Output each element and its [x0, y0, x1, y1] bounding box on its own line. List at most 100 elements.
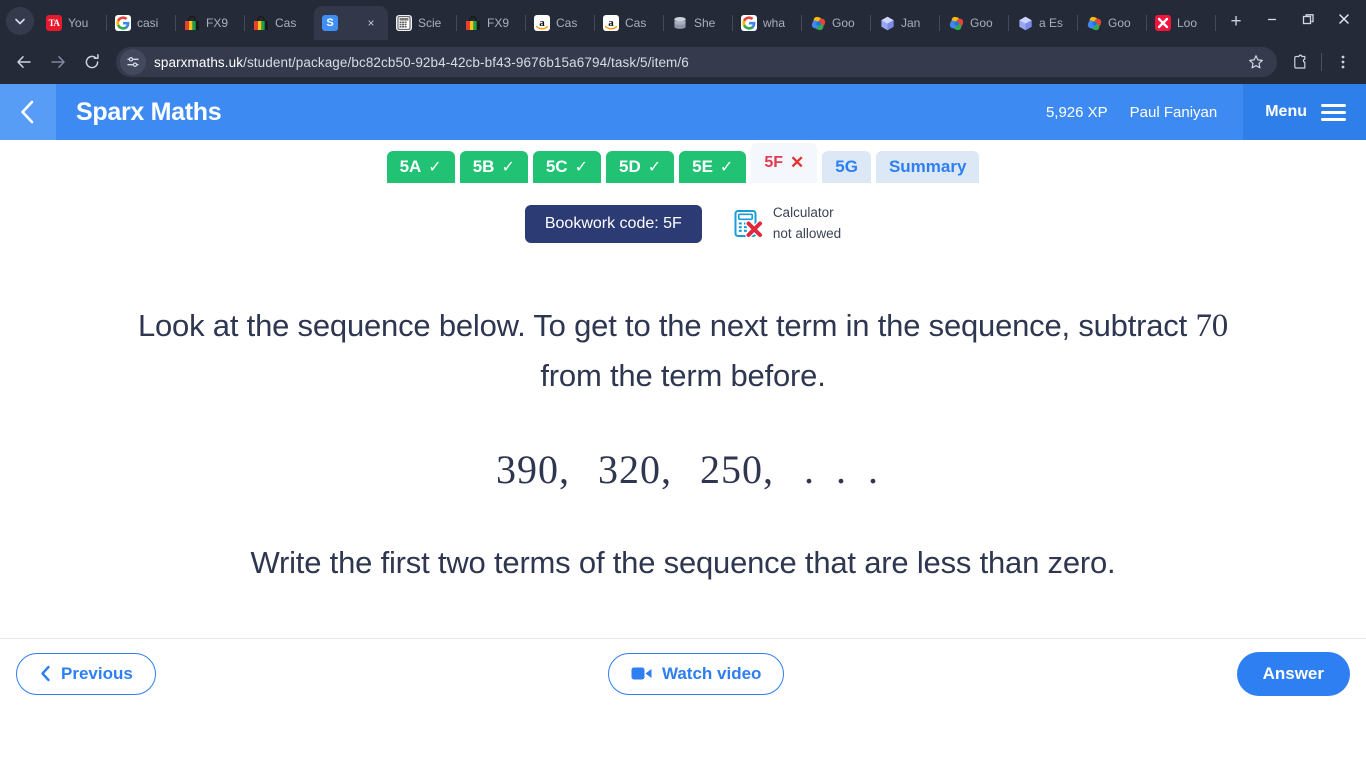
browser-tab-title: Cas	[556, 16, 578, 30]
browser-tab-title: casi	[137, 16, 159, 30]
maximize-button[interactable]	[1290, 4, 1326, 34]
site-settings-button[interactable]	[120, 49, 146, 75]
task-tab-5d[interactable]: 5D ✓	[605, 151, 675, 183]
browser-tab-title: Goo	[970, 16, 993, 30]
browser-tab-title: She	[694, 16, 716, 30]
check-icon: ✓	[428, 159, 442, 176]
question-intro-after: from the term before.	[540, 357, 826, 393]
browser-tab[interactable]: TA You	[38, 6, 107, 40]
xp-counter: 5,926 XP	[1045, 103, 1108, 121]
browser-tab-title: Goo	[832, 16, 855, 30]
puzzle-icon	[1293, 54, 1305, 69]
app-back-button[interactable]	[0, 84, 56, 140]
answer-button[interactable]: Answer	[1236, 651, 1350, 696]
tiktok-ads-icon: TA	[46, 15, 62, 31]
close-window-button[interactable]	[1326, 4, 1362, 34]
url-text: sparxmaths.uk/student/package/bc82cb50-9…	[146, 55, 1241, 70]
lockdown-icon	[1155, 15, 1171, 31]
arrow-right-icon	[51, 56, 65, 68]
google-photos-icon	[948, 15, 964, 31]
task-tab-5g[interactable]: 5G	[822, 151, 871, 183]
window-controls	[1254, 4, 1362, 34]
menu-label: Menu	[1265, 103, 1307, 120]
browser-tab[interactable]: S ×	[314, 6, 388, 40]
browser-tab-title: Cas	[625, 16, 647, 30]
calculator-line-1: Calculator	[772, 205, 834, 220]
calculator-status-text: Calculator not allowed	[773, 203, 841, 245]
minimize-button[interactable]	[1254, 4, 1290, 34]
sequence-term: 250,	[700, 447, 774, 493]
reload-icon	[85, 54, 99, 69]
sequence-term: 390,	[496, 447, 570, 493]
bookmark-star-button[interactable]	[1241, 47, 1271, 77]
task-tab-label: 5A	[399, 157, 422, 176]
close-tab-button[interactable]: ×	[362, 14, 380, 32]
task-tab-label: 5B	[472, 157, 495, 176]
shopping-bag-icon	[184, 15, 200, 31]
task-tab-label: 5G	[835, 157, 858, 176]
task-tab-summary[interactable]: Summary	[875, 151, 980, 183]
task-tab-5a[interactable]: 5A ✓	[386, 151, 455, 183]
previous-label: Previous	[61, 663, 133, 683]
tune-icon	[127, 57, 139, 67]
browser-tab[interactable]: wha	[733, 6, 802, 40]
browser-tab[interactable]: FX9	[457, 6, 526, 40]
restore-icon	[1302, 13, 1314, 24]
chevron-left-icon	[21, 100, 34, 124]
browser-tab[interactable]: FX9	[176, 6, 245, 40]
browser-tab[interactable]: She	[664, 6, 733, 40]
question-intro-number: 70	[1195, 307, 1229, 344]
task-tab-label: 5F	[764, 154, 783, 171]
browser-tab[interactable]: a Cas	[595, 6, 664, 40]
cross-icon: ✕	[790, 153, 805, 172]
watch-video-button[interactable]: Watch video	[607, 652, 785, 695]
sequence-term: 320,	[598, 447, 672, 493]
browser-tab[interactable]: casi	[107, 6, 176, 40]
tab-strip: TA You casi FX9 Cas S × Scie FX9 a Cas a Cas She wha Go…	[0, 0, 1366, 40]
task-tab-5b[interactable]: 5B ✓	[459, 151, 528, 183]
forward-button[interactable]	[42, 46, 74, 78]
sparx-icon: S	[322, 15, 338, 31]
amazon-icon: a	[603, 15, 619, 31]
browser-tab-title: Cas	[275, 16, 297, 30]
toolbar-divider	[1321, 53, 1322, 71]
browser-tab[interactable]: Scie	[388, 6, 457, 40]
sequence-display: 390, 320, 250, . . .	[110, 446, 1256, 493]
task-tab-label: 5E	[692, 157, 713, 176]
arrow-left-icon	[17, 56, 31, 68]
browser-tab[interactable]: Goo	[940, 6, 1009, 40]
back-button[interactable]	[8, 46, 40, 78]
amazon-icon: a	[534, 15, 550, 31]
browser-tab[interactable]: a Es	[1009, 6, 1078, 40]
reload-button[interactable]	[76, 46, 108, 78]
task-tab-5c[interactable]: 5C ✓	[532, 151, 601, 183]
url-path: /student/package/bc82cb50-92b4-42cb-bf43…	[243, 54, 689, 70]
browser-tab-title: FX9	[206, 16, 229, 30]
browser-tab[interactable]: Jan	[871, 6, 940, 40]
task-tab-label: Summary	[888, 157, 967, 176]
browser-tab-title: wha	[763, 16, 786, 30]
calculator-icon	[396, 15, 412, 31]
previous-button[interactable]: Previous	[16, 652, 156, 695]
tab-search-button[interactable]	[6, 7, 34, 35]
browser-chrome: TA You casi FX9 Cas S × Scie FX9 a Cas a Cas She wha Go…	[0, 0, 1366, 84]
google-icon	[115, 15, 131, 31]
new-tab-button[interactable]: +	[1222, 8, 1250, 36]
chrome-menu-button[interactable]	[1328, 47, 1358, 77]
task-tab-5e[interactable]: 5E ✓	[679, 151, 747, 183]
browser-tab[interactable]: a Cas	[526, 6, 595, 40]
browser-tab[interactable]: Cas	[245, 6, 314, 40]
address-bar[interactable]: sparxmaths.uk/student/package/bc82cb50-9…	[116, 47, 1277, 77]
browser-tab[interactable]: Loo	[1147, 6, 1216, 40]
browser-tab[interactable]: Goo	[1078, 6, 1147, 40]
task-tab-label: 5C	[545, 157, 568, 176]
watch-video-label: Watch video	[661, 663, 762, 683]
browser-tab-title: FX9	[487, 16, 510, 30]
tab-divider	[1215, 15, 1216, 31]
menu-button[interactable]: Menu	[1243, 84, 1366, 140]
task-tab-5f[interactable]: 5F ✕	[751, 143, 818, 183]
browser-tab-title: You	[68, 16, 89, 30]
browser-tab[interactable]: Goo	[802, 6, 871, 40]
extensions-button[interactable]	[1285, 47, 1315, 77]
calculator-status: Calculator not allowed	[732, 203, 841, 245]
